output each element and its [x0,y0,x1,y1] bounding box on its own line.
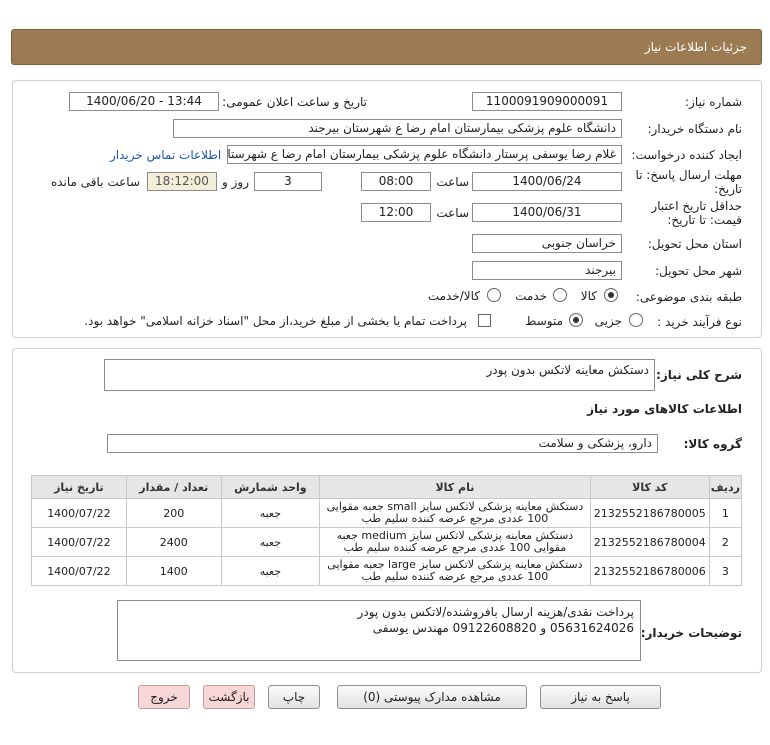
exit-button[interactable]: خروج [138,685,190,709]
need-number-label: شماره نیاز: [685,95,742,109]
cell-name: دستکش معاینه پزشکی لاتکس سایز large جعبه… [319,556,591,586]
cell-qty: 200 [125,498,222,528]
remaining-days-field[interactable]: 3 [254,172,322,191]
buyer-notes-box[interactable]: پرداخت نقدی/هزینه ارسال بافروشنده/لاتکس … [117,600,641,661]
buyer-org-field[interactable]: دانشگاه علوم پزشکی بیمارستان امام رضا ع … [173,119,622,138]
price-validity-time-field[interactable]: 12:00 [361,203,431,222]
cell-date: 1400/07/22 [31,498,127,528]
price-validity-label-line2: قیمت: تا تاریخ: [667,213,742,227]
buyer-contact-link[interactable]: اطلاعات تماس خریدار [110,148,221,162]
summary-label: شرح کلی نیاز: [656,368,742,382]
col-row: ردیف [708,475,743,499]
col-date: تاریخ نیاز [31,475,127,499]
cell-date: 1400/07/22 [31,556,127,586]
requester-label: ایجاد کننده درخواست: [631,148,742,162]
category-option-service: خدمت [515,289,547,303]
goods-table-header: ردیف کد کالا نام کالا واحد شمارش تعداد /… [31,475,743,499]
buyer-notes-line: 05631624026 و 09122608820 مهندس یوسفی [372,621,634,635]
delivery-city-field[interactable]: بیرجند [472,261,622,280]
remaining-time-field: 18:12:00 [147,172,217,191]
cell-unit: جعبه [220,556,321,586]
reply-deadline-time-field[interactable]: 08:00 [361,172,431,191]
cell-code: 2132552186780005 [589,498,710,528]
announce-datetime-field[interactable]: 1400/06/20 - 13:44 [69,92,219,111]
col-code: کد کالا [589,475,710,499]
price-validity-label-line1: حداقل تاریخ اعتبار [651,199,742,213]
page-title: جزئیات اطلاعات نیاز [644,40,747,54]
category-option-goods-service: کالا/خدمت [427,289,480,303]
cell-date: 1400/07/22 [31,527,127,557]
cell-row: 2 [708,527,743,557]
cell-qty: 2400 [125,527,222,557]
back-button[interactable]: بازگشت [203,685,255,709]
announce-datetime-label: تاریخ و ساعت اعلان عمومی: [222,95,367,109]
col-qty: تعداد / مقدار [125,475,222,499]
price-validity-date-field[interactable]: 1400/06/31 [472,203,622,222]
goods-info-title: اطلاعات کالاهای مورد نیاز [587,402,742,416]
buyer-notes-line: پرداخت نقدی/هزینه ارسال بافروشنده/لاتکس … [357,605,634,619]
process-radio-medium[interactable] [569,313,583,327]
goods-group-label: گروه کالا: [683,437,742,451]
goods-group-field[interactable]: دارو، پزشکی و سلامت [107,434,658,453]
table-row: 1 2132552186780005 دستکش معاینه پزشکی لا… [31,498,743,528]
category-radio-service[interactable] [553,288,567,302]
goods-table: ردیف کد کالا نام کالا واحد شمارش تعداد /… [31,475,743,586]
col-name: نام کالا [319,475,591,499]
treasury-note: پرداخت تمام یا بخشی از مبلغ خرید،از محل … [84,314,467,328]
category-option-goods: کالا [580,289,597,303]
process-label: نوع فرآیند خرید : [657,315,742,329]
reply-deadline-label-line2: تاریخ: [714,182,742,196]
requester-field[interactable]: غلام رضا یوسفی پرستار دانشگاه علوم پزشکی… [227,145,622,164]
cell-code: 2132552186780004 [589,527,710,557]
price-validity-time-label: ساعت [436,206,469,220]
reply-deadline-label: مهلت ارسال پاسخ: تا تاریخ: [635,168,742,196]
category-radio-goods[interactable] [604,288,618,302]
process-option-minor: جزیی [594,314,622,328]
cell-name: دستکش معاینه پزشکی لاتکس سایز medium جعب… [319,527,591,557]
cell-unit: جعبه [220,527,321,557]
reply-deadline-time-label: ساعت [436,175,469,189]
summary-field[interactable]: دستکش معاینه لاتکس بدون پودر [104,359,655,391]
cell-name: دستکش معاینه پزشکی لاتکس سایز small جعبه… [319,498,591,528]
delivery-province-field[interactable]: خراسان جنوبی [472,234,622,253]
treasury-checkbox[interactable] [478,314,491,327]
table-row: 3 2132552186780006 دستکش معاینه پزشکی لا… [31,556,743,586]
col-unit: واحد شمارش [220,475,321,499]
price-validity-label: حداقل تاریخ اعتبار قیمت: تا تاریخ: [651,199,742,227]
reply-deadline-label-line1: مهلت ارسال پاسخ: تا [635,168,742,182]
cell-unit: جعبه [220,498,321,528]
table-row: 2 2132552186780004 دستکش معاینه پزشکی لا… [31,527,743,557]
category-radio-goods-service[interactable] [487,288,501,302]
cell-qty: 1400 [125,556,222,586]
process-option-medium: متوسط [525,314,563,328]
attachments-button[interactable]: مشاهده مدارک پیوستی (0) [337,685,527,709]
cell-row: 3 [708,556,743,586]
reply-button[interactable]: پاسخ به نیاز [540,685,661,709]
delivery-province-label: استان محل تحویل: [647,237,742,251]
remaining-days-label: روز و [222,175,249,189]
remaining-time-label: ساعت باقی مانده [50,175,140,189]
process-radio-minor[interactable] [629,313,643,327]
delivery-city-label: شهر محل تحویل: [655,264,742,278]
buyer-notes-label: توضیحات خریدار: [640,626,742,640]
category-label: طبقه بندی موضوعی: [635,290,742,304]
need-number-field[interactable]: 1100091909000091 [472,92,622,111]
page-header: جزئیات اطلاعات نیاز [11,29,762,65]
print-button[interactable]: چاپ [268,685,320,709]
cell-code: 2132552186780006 [589,556,710,586]
buyer-org-label: نام دستگاه خریدار: [647,122,743,136]
reply-deadline-date-field[interactable]: 1400/06/24 [472,172,622,191]
cell-row: 1 [708,498,743,528]
